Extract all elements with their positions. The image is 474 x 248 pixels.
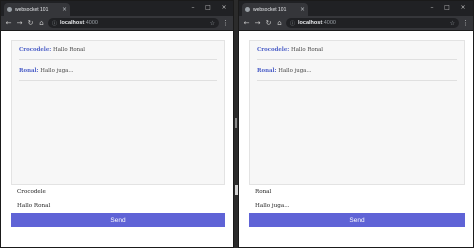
message-text: Hallo Ronal bbox=[291, 47, 324, 53]
url-port: :4000 bbox=[84, 20, 98, 26]
send-button[interactable]: Send bbox=[249, 213, 465, 227]
chat-message: Crocodele: Hallo Ronal bbox=[257, 45, 457, 60]
name-input[interactable]: Crocodele bbox=[11, 185, 225, 199]
page-content: Crocodele: Hallo Ronal Ronal: Hallo juga… bbox=[1, 32, 233, 247]
send-button[interactable]: Send bbox=[11, 213, 225, 227]
message-input[interactable]: Hallo Ronal bbox=[11, 199, 225, 213]
back-icon[interactable]: ← bbox=[4, 19, 13, 28]
title-bar: websocket 101 × – □ × bbox=[239, 1, 473, 16]
forward-icon[interactable]: → bbox=[15, 19, 24, 28]
message-text: Hallo juga... bbox=[40, 68, 74, 74]
home-icon[interactable]: ⌂ bbox=[37, 19, 46, 28]
tab-close-icon[interactable]: × bbox=[300, 6, 305, 13]
chat-message: Crocodele: Hallo Ronal bbox=[19, 45, 217, 60]
maximize-icon[interactable]: □ bbox=[441, 1, 453, 13]
chat-messages: Crocodele: Hallo Ronal Ronal: Hallo juga… bbox=[11, 40, 225, 185]
favicon-icon bbox=[7, 7, 12, 12]
tab-title: websocket 101 bbox=[15, 6, 49, 13]
url-host: localhost bbox=[60, 20, 85, 26]
browser-tab[interactable]: websocket 101 × bbox=[4, 3, 70, 16]
minimize-icon[interactable]: – bbox=[187, 1, 199, 13]
address-bar[interactable]: ⓘ localhost :4000 ☆ bbox=[48, 18, 219, 28]
chat-message: Ronal: Hallo juga... bbox=[257, 66, 457, 81]
menu-icon[interactable]: ⋮ bbox=[461, 19, 470, 28]
url-port: :4000 bbox=[322, 20, 336, 26]
name-input[interactable]: Ronal bbox=[249, 185, 465, 199]
message-sender: Ronal: bbox=[19, 68, 39, 74]
message-text: Hallo Ronal bbox=[53, 47, 86, 53]
bookmark-star-icon[interactable]: ☆ bbox=[450, 20, 455, 27]
address-bar[interactable]: ⓘ localhost :4000 ☆ bbox=[286, 18, 459, 28]
browser-tab[interactable]: websocket 101 × bbox=[242, 3, 308, 16]
info-icon[interactable]: ⓘ bbox=[290, 20, 295, 27]
tab-close-icon[interactable]: × bbox=[62, 6, 67, 13]
menu-icon[interactable]: ⋮ bbox=[221, 19, 230, 28]
message-sender: Crocodele: bbox=[19, 47, 52, 53]
browser-toolbar: ← → ↻ ⌂ ⓘ localhost :4000 ☆ ⋮ bbox=[1, 16, 233, 31]
message-input[interactable]: Hallo juga... bbox=[249, 199, 465, 213]
message-text: Hallo juga... bbox=[278, 68, 312, 74]
desktop: websocket 101 × – □ × ← → ↻ ⌂ ⓘ localhos… bbox=[0, 0, 474, 248]
title-bar: websocket 101 × – □ × bbox=[1, 1, 233, 16]
browser-window-right: websocket 101 × – □ × ← → ↻ ⌂ ⓘ localhos… bbox=[238, 0, 474, 248]
browser-toolbar: ← → ↻ ⌂ ⓘ localhost :4000 ☆ ⋮ bbox=[239, 16, 473, 31]
home-icon[interactable]: ⌂ bbox=[275, 19, 284, 28]
reload-icon[interactable]: ↻ bbox=[264, 19, 273, 28]
close-icon[interactable]: × bbox=[218, 1, 230, 13]
minimize-icon[interactable]: – bbox=[426, 1, 438, 13]
info-icon[interactable]: ⓘ bbox=[52, 20, 57, 27]
chat-message: Ronal: Hallo juga... bbox=[19, 66, 217, 81]
browser-window-left: websocket 101 × – □ × ← → ↻ ⌂ ⓘ localhos… bbox=[0, 0, 234, 248]
forward-icon[interactable]: → bbox=[253, 19, 262, 28]
message-sender: Crocodele: bbox=[257, 47, 290, 53]
chat-messages: Crocodele: Hallo Ronal Ronal: Hallo juga… bbox=[249, 40, 465, 185]
favicon-icon bbox=[245, 7, 250, 12]
divider-grip[interactable] bbox=[235, 118, 237, 128]
back-icon[interactable]: ← bbox=[242, 19, 251, 28]
message-sender: Ronal: bbox=[257, 68, 277, 74]
close-icon[interactable]: × bbox=[457, 1, 469, 13]
url-host: localhost bbox=[298, 20, 323, 26]
maximize-icon[interactable]: □ bbox=[202, 1, 214, 13]
bookmark-star-icon[interactable]: ☆ bbox=[210, 20, 215, 27]
reload-icon[interactable]: ↻ bbox=[26, 19, 35, 28]
tab-title: websocket 101 bbox=[253, 6, 287, 13]
page-content: Crocodele: Hallo Ronal Ronal: Hallo juga… bbox=[239, 32, 473, 247]
